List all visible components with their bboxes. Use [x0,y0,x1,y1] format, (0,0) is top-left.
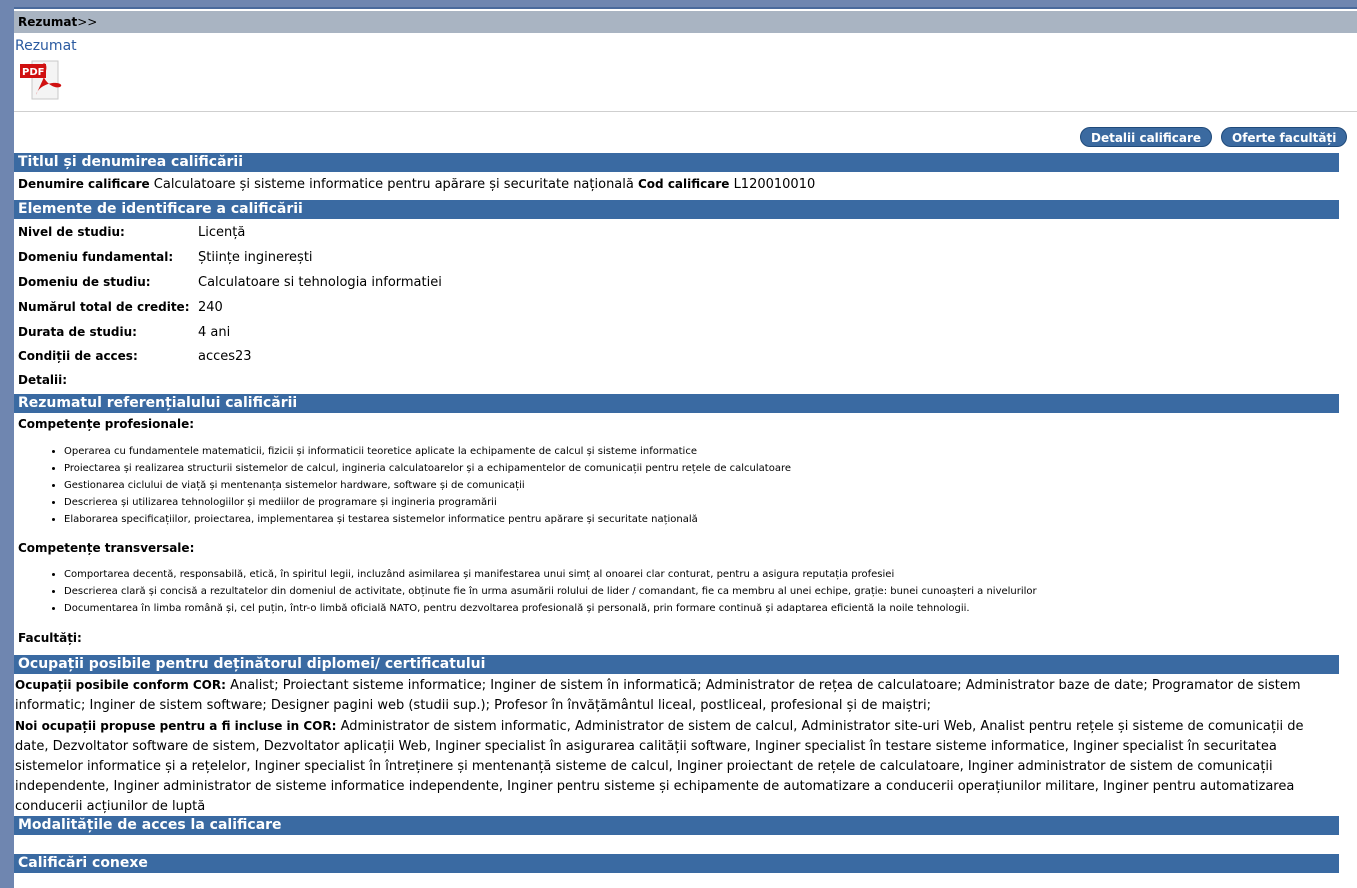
field-label: Numărul total de credite: [18,300,190,314]
field-value: 240 [198,300,223,315]
field-label: Condiții de acces: [18,349,138,363]
denumire-value: Calculatoare și sisteme informatice pent… [153,177,634,192]
cod-label: Cod calificare [638,177,730,191]
list-item: Descrierea și utilizarea tehnologiilor ș… [64,494,791,511]
oferte-facultati-button[interactable]: Oferte facultăți [1221,127,1348,147]
top-border [14,7,1357,9]
field-label: Durata de studiu: [18,325,137,339]
competente-profesionale-heading: Competențe profesionale: [18,417,195,431]
list-item: Proiectarea și realizarea structurii sis… [64,460,791,477]
breadcrumb: Rezumat>> [14,11,1357,33]
competente-profesionale-list: Operarea cu fundamentele matematicii, fi… [44,443,791,528]
list-item: Operarea cu fundamentele matematicii, fi… [64,443,791,460]
ocupatii-noi-text: Administrator de sistem informatic, Admi… [15,719,1304,814]
ocupatii-noi-label: Noi ocupații propuse pentru a fi incluse… [15,719,337,733]
list-item: Comportarea decentă, responsabilă, etică… [64,566,1037,583]
title-row: Denumire calificare Calculatoare și sist… [18,177,815,192]
field-label: Detalii: [18,373,68,387]
section-ocupatii: Ocupații posibile pentru deținătorul dip… [14,655,1339,674]
pdf-icon[interactable]: PDF [18,57,64,101]
list-item: Descrierea clară și concisă a rezultatel… [64,583,1037,600]
competente-transversale-heading: Competențe transversale: [18,541,195,555]
field-value: 4 ani [198,325,231,340]
section-rezumat-referential: Rezumatul referențialului calificării [14,394,1339,413]
field-label: Domeniu fundamental: [18,250,174,264]
section-modalitati: Modalitățile de acces la calificare [14,816,1339,835]
rezumat-link[interactable]: Rezumat [15,38,77,54]
field-value: acces23 [198,349,252,364]
ocupatii-content: Ocupații posibile conform COR: Analist; … [15,675,1335,817]
field-value: Științe inginerești [198,250,313,265]
competente-transversale-list: Comportarea decentă, responsabilă, etică… [44,566,1037,617]
facultati-label: Facultăți: [18,631,82,645]
list-item: Elaborarea specificațiilor, proiectarea,… [64,511,791,528]
field-label: Domeniu de studiu: [18,275,151,289]
cod-value: L120010010 [733,177,816,192]
ocupatii-cor-label: Ocupații posibile conform COR: [15,678,226,692]
list-item: Gestionarea ciclului de viață și mentena… [64,477,791,494]
list-item: Documentarea în limba română și, cel puț… [64,600,1037,617]
denumire-label: Denumire calificare [18,177,150,191]
field-label: Nivel de studiu: [18,225,125,239]
field-value: Licență [198,225,246,240]
pdf-icon-label: PDF [22,67,44,78]
page-content: Rezumat>> Rezumat PDF Detalii calificare… [14,7,1357,888]
detalii-calificare-button[interactable]: Detalii calificare [1080,127,1213,147]
field-value: Calculatoare si tehnologia informatiei [198,275,442,290]
section-titlu: Titlul și denumirea calificării [14,153,1339,172]
section-elemente: Elemente de identificare a calificării [14,200,1339,219]
breadcrumb-current: Rezumat [18,15,78,29]
breadcrumb-arrows: >> [77,15,98,29]
section-calificari-conexe: Calificări conexe [14,854,1339,873]
divider [14,111,1357,112]
